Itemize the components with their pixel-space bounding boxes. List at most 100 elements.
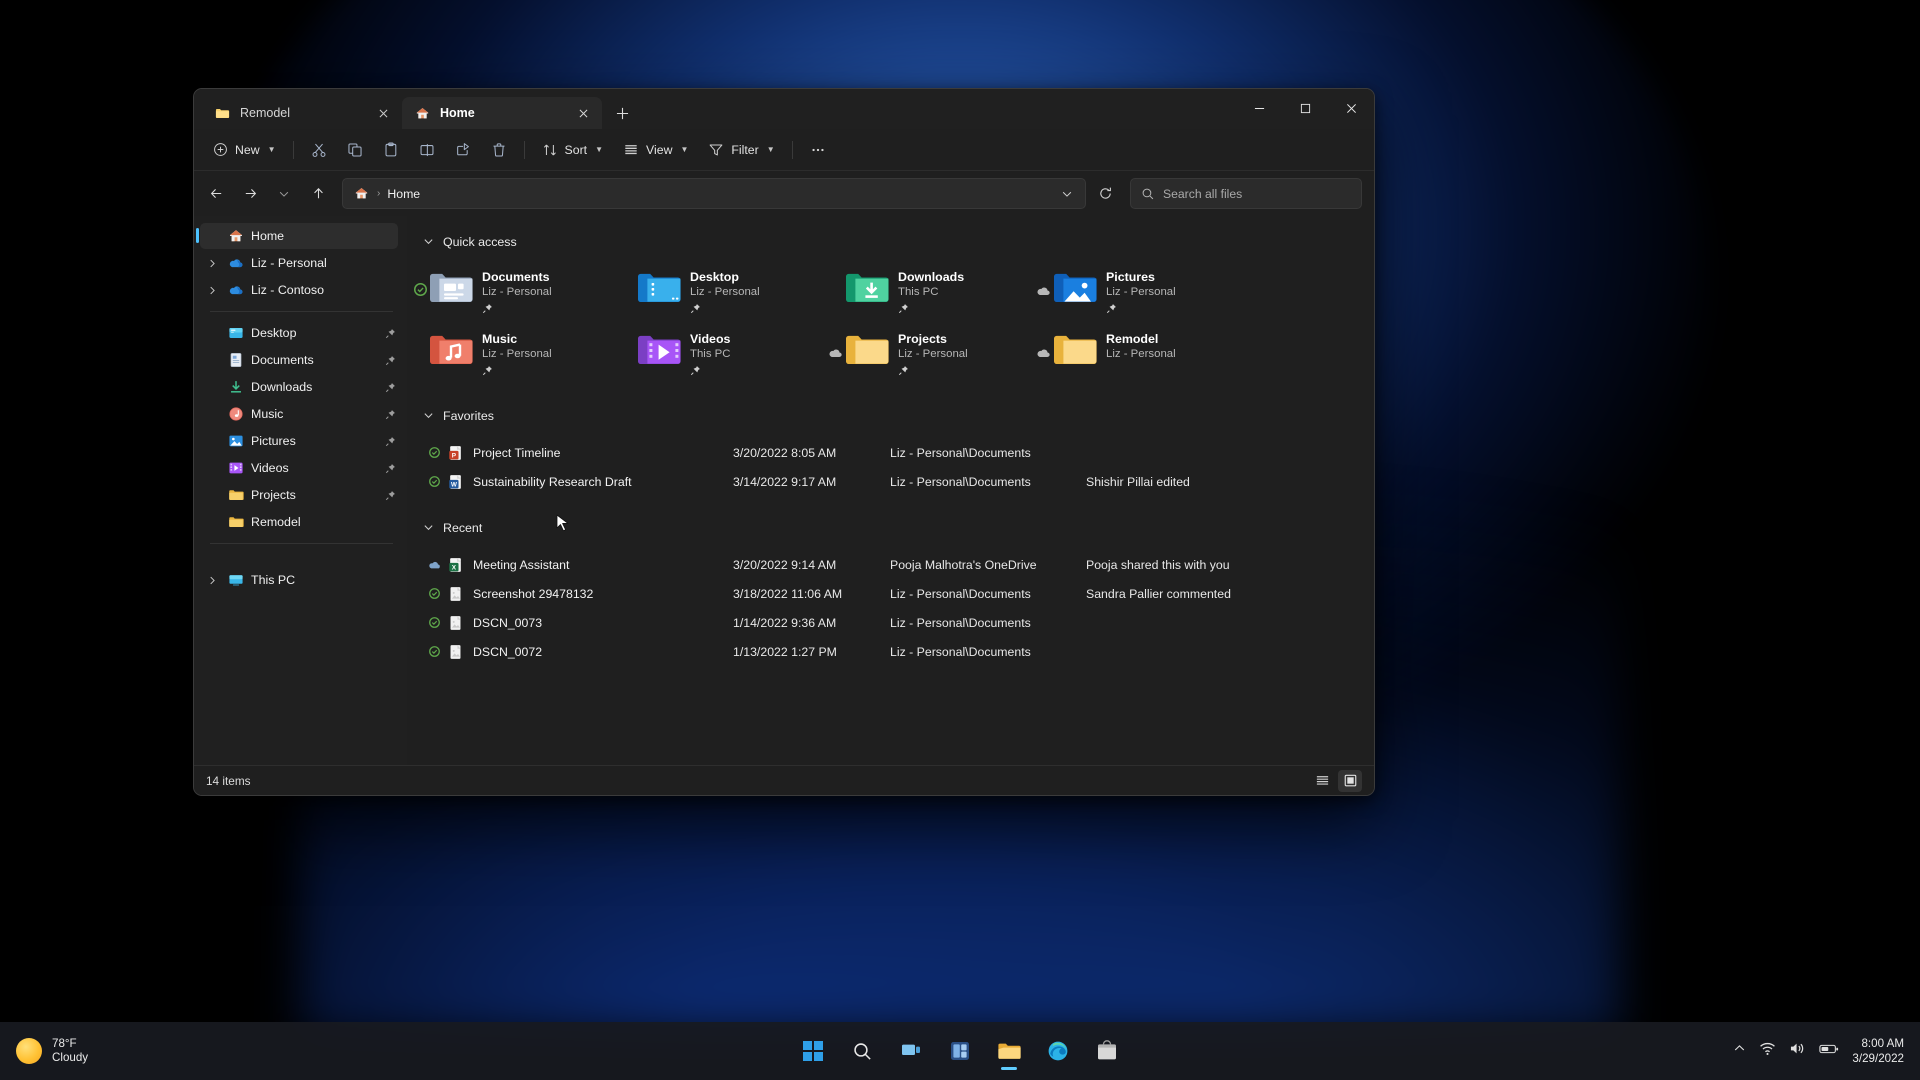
- pin-icon[interactable]: [382, 490, 398, 501]
- search-button[interactable]: [841, 1030, 883, 1072]
- table-row[interactable]: W Sustainability Research Draft 3/14/202…: [421, 467, 1374, 496]
- minimize-button[interactable]: [1236, 89, 1282, 127]
- back-button[interactable]: [200, 179, 232, 209]
- pin-icon[interactable]: [382, 463, 398, 474]
- table-row[interactable]: Screenshot 29478132 3/18/2022 11:06 AM L…: [421, 579, 1374, 608]
- sort-button[interactable]: Sort ▼: [533, 134, 612, 165]
- copy-button[interactable]: [338, 134, 372, 165]
- sidebar-item-pictures[interactable]: Pictures: [200, 428, 398, 454]
- wifi-icon[interactable]: [1759, 1041, 1776, 1061]
- quick-access-tile-videos[interactable]: Videos This PC: [629, 323, 837, 385]
- table-row[interactable]: X Meeting Assistant 3/20/2022 9:14 AM Po…: [421, 550, 1374, 579]
- pin-icon[interactable]: [382, 328, 398, 339]
- tab-remodel[interactable]: Remodel: [202, 97, 402, 129]
- clock[interactable]: 8:00 AM 3/29/2022: [1852, 1036, 1904, 1066]
- file-date: 3/20/2022 9:14 AM: [733, 557, 837, 572]
- chevron-down-icon[interactable]: [423, 522, 434, 535]
- file-name: Project Timeline: [473, 445, 561, 460]
- quick-access-tile-remodel[interactable]: Remodel Liz - Personal: [1037, 323, 1253, 385]
- forward-button[interactable]: [234, 179, 266, 209]
- pin-icon[interactable]: [382, 409, 398, 420]
- maximize-button[interactable]: [1282, 89, 1328, 127]
- sidebar-item-home[interactable]: Home: [196, 223, 398, 249]
- rename-button[interactable]: [410, 134, 444, 165]
- store-button[interactable]: [1086, 1030, 1128, 1072]
- tile-subtitle: Liz - Personal: [898, 348, 968, 360]
- close-button[interactable]: [1328, 89, 1374, 127]
- file-explorer-button[interactable]: [988, 1030, 1030, 1072]
- sidebar-item-videos[interactable]: Videos: [200, 455, 398, 481]
- quick-access-header[interactable]: Quick access: [423, 229, 1374, 255]
- table-row[interactable]: DSCN_0073 1/14/2022 9:36 AM Liz - Person…: [421, 608, 1374, 637]
- details-view-button[interactable]: [1310, 770, 1334, 792]
- more-options-button[interactable]: [801, 134, 835, 165]
- table-row[interactable]: DSCN_0072 1/13/2022 1:27 PM Liz - Person…: [421, 637, 1374, 666]
- navigation-pane[interactable]: Home Liz - Personal Liz - Contoso Deskto…: [194, 216, 407, 765]
- home-icon: [227, 228, 244, 245]
- tab-close-icon[interactable]: [573, 103, 593, 123]
- delete-button[interactable]: [482, 134, 516, 165]
- tab-home[interactable]: Home: [402, 97, 602, 129]
- toolbar-divider: [292, 140, 294, 159]
- tray-expand-icon[interactable]: [1733, 1042, 1746, 1060]
- quick-access-tile-music[interactable]: Music Liz - Personal: [421, 323, 629, 385]
- quick-access-tile-desktop[interactable]: Desktop Liz - Personal: [629, 261, 837, 323]
- pin-icon[interactable]: [382, 355, 398, 366]
- sidebar-item-projects[interactable]: Projects: [200, 482, 398, 508]
- quick-access-tile-pictures[interactable]: Pictures Liz - Personal: [1037, 261, 1253, 323]
- pin-icon: [1106, 301, 1176, 319]
- tile-subtitle: Liz - Personal: [690, 286, 760, 298]
- chevron-down-icon[interactable]: [423, 236, 434, 249]
- sidebar-item-label: Desktop: [251, 326, 297, 340]
- sidebar-item-remodel[interactable]: Remodel: [200, 509, 398, 535]
- tile-name: Remodel: [1106, 332, 1159, 346]
- pin-icon[interactable]: [382, 436, 398, 447]
- up-button[interactable]: [302, 179, 334, 209]
- sidebar-item-music[interactable]: Music: [200, 401, 398, 427]
- file-name: Meeting Assistant: [473, 557, 570, 572]
- sidebar-item-desktop[interactable]: Desktop: [200, 320, 398, 346]
- sidebar-item-documents[interactable]: Documents: [200, 347, 398, 373]
- sidebar-item-liz-contoso[interactable]: Liz - Contoso: [200, 277, 398, 303]
- weather-widget[interactable]: 78°F Cloudy: [0, 1037, 88, 1065]
- table-row[interactable]: P Project Timeline 3/20/2022 8:05 AM Liz…: [421, 438, 1374, 467]
- favorites-header[interactable]: Favorites: [423, 403, 1374, 429]
- start-button[interactable]: [792, 1030, 834, 1072]
- sidebar-item-liz-personal[interactable]: Liz - Personal: [200, 250, 398, 276]
- view-button[interactable]: View ▼: [614, 134, 697, 165]
- paste-button[interactable]: [374, 134, 408, 165]
- image-icon: [443, 644, 467, 660]
- address-bar[interactable]: › Home: [342, 178, 1086, 209]
- quick-access-tile-documents[interactable]: Documents Liz - Personal: [414, 261, 629, 323]
- widgets-button[interactable]: [939, 1030, 981, 1072]
- battery-icon[interactable]: [1819, 1042, 1839, 1061]
- chevron-down-icon[interactable]: [423, 410, 434, 423]
- new-button[interactable]: New ▼: [204, 134, 285, 165]
- chevron-right-icon[interactable]: [204, 576, 220, 585]
- share-button[interactable]: [446, 134, 480, 165]
- tile-text: Projects Liz - Personal: [898, 327, 968, 381]
- pin-icon[interactable]: [382, 382, 398, 393]
- address-dropdown-icon[interactable]: [1053, 180, 1081, 207]
- filter-button[interactable]: Filter ▼: [699, 134, 783, 165]
- recent-locations-button[interactable]: [268, 179, 300, 209]
- file-name: DSCN_0073: [473, 615, 543, 630]
- sidebar-item-downloads[interactable]: Downloads: [200, 374, 398, 400]
- cut-button[interactable]: [302, 134, 336, 165]
- task-view-button[interactable]: [890, 1030, 932, 1072]
- sidebar-item-this-pc[interactable]: This PC: [200, 567, 398, 593]
- file-activity: Shishir Pillai edited: [1086, 474, 1190, 489]
- search-input[interactable]: Search all files: [1130, 178, 1362, 209]
- status-bar: 14 items: [194, 765, 1374, 795]
- quick-access-tile-downloads[interactable]: Downloads This PC: [837, 261, 1045, 323]
- breadcrumb[interactable]: › Home: [353, 185, 420, 202]
- edge-button[interactable]: [1037, 1030, 1079, 1072]
- quick-access-tile-projects[interactable]: Projects Liz - Personal: [829, 323, 1045, 385]
- new-tab-button[interactable]: [607, 98, 637, 128]
- tab-close-icon[interactable]: [373, 103, 393, 123]
- refresh-button[interactable]: [1090, 178, 1120, 209]
- large-icons-view-button[interactable]: [1338, 769, 1362, 792]
- chevron-right-icon[interactable]: [204, 286, 220, 295]
- chevron-right-icon[interactable]: [204, 259, 220, 268]
- volume-icon[interactable]: [1789, 1041, 1806, 1061]
